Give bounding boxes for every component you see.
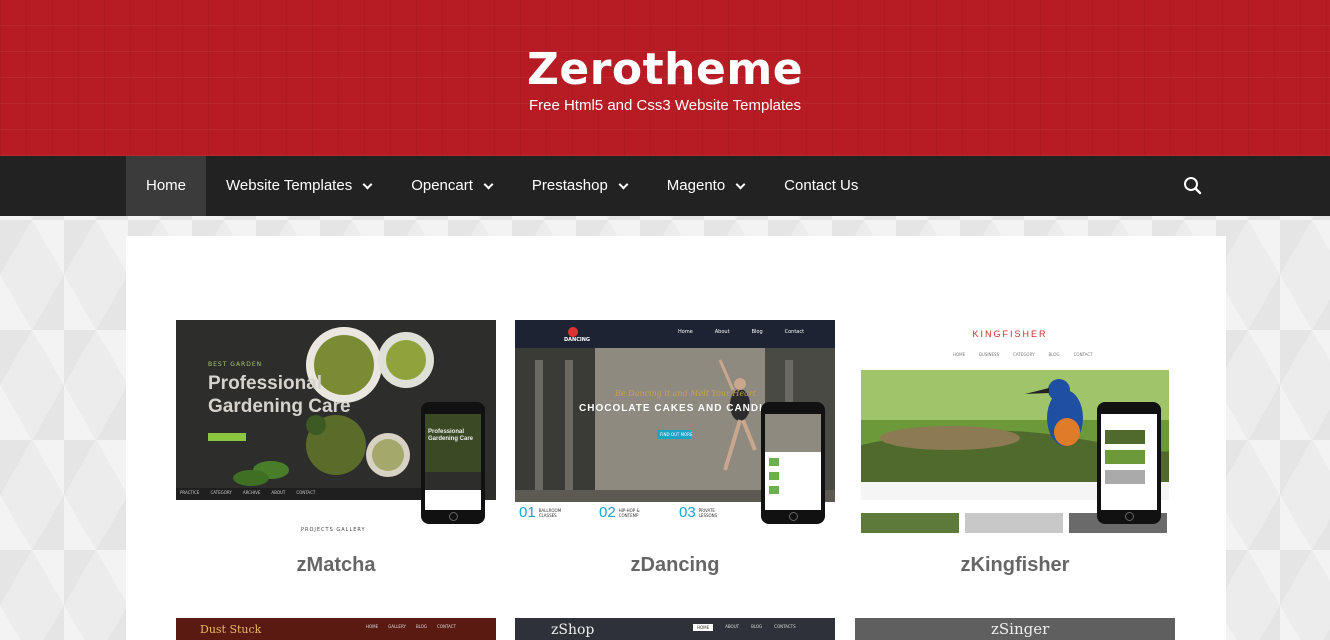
thumb-script-line: Be Dancing it and Melt Your Heart	[615, 389, 756, 398]
thumb-menu-item: ABOUT	[271, 490, 286, 495]
thumb-menu-item: ABOUT	[725, 624, 740, 629]
thumb-menu-item: Blog	[751, 329, 763, 335]
feature-item: 03 PRIVATE LESSONS	[675, 504, 755, 521]
template-thumbnail-next-2[interactable]: zShop HOME ABOUT BLOG CONTACTS	[515, 618, 835, 640]
main-nav: Home Website Templates Opencart Prestash…	[0, 156, 1330, 216]
search-icon	[1184, 177, 1202, 195]
thumb-headline: Professional	[208, 373, 323, 394]
thumb-label: Dust Stuck	[200, 623, 262, 636]
template-thumbnail-next-1[interactable]: Dust Stuck HOME GALLERY BLOG CONTACT	[176, 618, 496, 640]
template-title[interactable]: zMatcha	[176, 554, 496, 577]
thumb-menu-item: ARCHIVE	[242, 490, 261, 495]
nav-item-label: Opencart	[411, 177, 473, 194]
thumb-menu-item: BUSINESS	[979, 352, 1000, 357]
thumb-menu-item: BLOG	[751, 624, 763, 629]
nav-item-website-templates[interactable]: Website Templates	[206, 156, 391, 216]
site-title[interactable]: Zerotheme	[0, 44, 1330, 95]
chevron-down-icon	[735, 179, 746, 189]
thumb-menu-item: CATEGORY	[1013, 352, 1035, 357]
thumb-logo: DANCING	[564, 337, 591, 343]
site-header: Zerotheme Free Html5 and Css3 Website Te…	[0, 0, 1330, 156]
thumb-headline: CHOCOLATE CAKES AND CANDIES	[579, 403, 779, 414]
thumb-menu-item: BLOG	[1048, 352, 1060, 357]
template-title[interactable]: zKingfisher	[855, 554, 1175, 577]
nav-item-label: Magento	[666, 177, 726, 194]
template-thumbnail[interactable]: KINGFISHER HOME BUSINESS CATEGORY BLOG C…	[855, 320, 1175, 533]
thumb-menu: PRACTICE CATEGORY ARCHIVE ABOUT CONTACT	[180, 490, 315, 495]
template-title[interactable]: zDancing	[515, 554, 835, 577]
thumb-menu-item: CONTACTS	[774, 624, 796, 629]
nav-item-label: Prestashop	[531, 177, 608, 194]
feature-item: 01 BALLROOM CLASSES	[515, 504, 595, 521]
thumb-label: zShop	[551, 622, 595, 638]
thumb-menu: HOME BUSINESS CATEGORY BLOG CONTACT	[953, 352, 1093, 357]
template-thumbnail-next-3[interactable]: zSinger	[855, 618, 1175, 640]
thumb-menu-item: HOME	[693, 624, 714, 631]
chevron-down-icon	[618, 179, 629, 189]
site-tagline: Free Html5 and Css3 Website Templates	[528, 97, 802, 114]
nav-item-label: Contact Us	[784, 177, 859, 194]
feature-number: 02	[599, 504, 616, 521]
thumb-kicker: BEST GARDEN	[208, 361, 263, 368]
phone-mockup	[761, 402, 825, 524]
template-gallery: BEST GARDEN Professional Gardening Care …	[126, 236, 1226, 640]
thumb-menu: Home About Blog Contact	[678, 329, 804, 335]
thumb-features: 01 BALLROOM CLASSES 02 HIP-HOP & CONTEMP…	[515, 504, 765, 521]
thumb-menu-item: CONTACT	[296, 490, 316, 495]
thumb-label: zSinger	[991, 620, 1050, 638]
thumb-menu: HOME GALLERY BLOG CONTACT	[366, 624, 456, 629]
nav-item-label: Home	[146, 177, 187, 194]
thumb-menu: HOME ABOUT BLOG CONTACTS	[693, 624, 796, 631]
feature-number: 03	[679, 504, 696, 521]
feature-number: 01	[519, 504, 536, 521]
nav-item-contact-us[interactable]: Contact Us	[764, 156, 878, 216]
thumb-menu-item: PRACTICE	[180, 490, 200, 495]
nav-item-label: Website Templates	[226, 177, 353, 194]
search-button[interactable]	[1182, 175, 1204, 197]
feature-label: HIP-HOP & CONTEMP	[618, 507, 640, 518]
phone-mockup: Professional Gardening Care	[421, 402, 485, 524]
feature-item: 02 HIP-HOP & CONTEMP	[595, 504, 675, 521]
nav-item-magento[interactable]: Magento	[647, 156, 764, 216]
thumb-menu-item: About	[714, 329, 730, 335]
nav-item-opencart[interactable]: Opencart	[391, 156, 512, 216]
thumb-headline: Gardening Care	[208, 396, 351, 417]
phone-headline: Professional Gardening Care	[428, 429, 474, 442]
feature-label: BALLROOM CLASSES	[538, 507, 562, 518]
thumb-footer: PROJECTS GALLERY	[301, 527, 366, 533]
thumb-menu-item: HOME	[953, 352, 966, 357]
thumb-logo: KINGFISHER	[972, 329, 1048, 339]
template-thumbnail[interactable]: DANCING Home About Blog Contact Be Danci…	[515, 320, 835, 533]
chevron-down-icon	[483, 179, 494, 189]
phone-mockup	[1097, 402, 1161, 524]
thumb-cta: FIND OUT MORE	[660, 432, 693, 437]
thumb-menu-item: CATEGORY	[210, 490, 232, 495]
thumb-menu-item: CONTACT	[1073, 352, 1093, 357]
nav-item-home[interactable]: Home	[126, 156, 207, 216]
template-thumbnail[interactable]: BEST GARDEN Professional Gardening Care …	[176, 320, 496, 533]
thumb-menu-item: Home	[678, 329, 693, 335]
nav-item-prestashop[interactable]: Prestashop	[512, 156, 647, 216]
chevron-down-icon	[362, 179, 373, 189]
thumb-menu-item: Contact	[784, 329, 805, 335]
feature-label: PRIVATE LESSONS	[698, 507, 718, 518]
